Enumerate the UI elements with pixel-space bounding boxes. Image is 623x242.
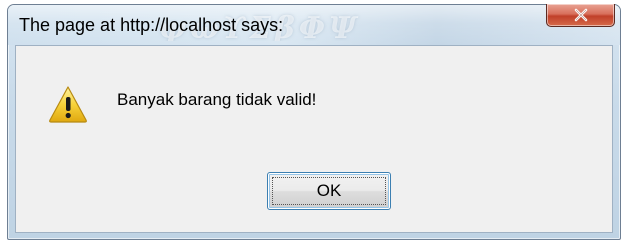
close-button[interactable] bbox=[546, 4, 615, 27]
dialog-titlebar[interactable]: ψωϒΣβΦΨ The page at http://localhost say… bbox=[8, 4, 620, 45]
dialog-message: Banyak barang tidak valid! bbox=[117, 90, 317, 109]
ok-button-label: OK bbox=[316, 181, 342, 200]
warning-icon bbox=[49, 86, 87, 123]
dialog-title: The page at http://localhost says: bbox=[19, 15, 284, 35]
close-icon bbox=[574, 8, 587, 22]
dialog-body: Banyak barang tidak valid! OK bbox=[15, 45, 613, 233]
ok-button[interactable]: OK bbox=[267, 172, 391, 210]
alert-dialog: ψωϒΣβΦΨ The page at http://localhost say… bbox=[7, 4, 621, 240]
